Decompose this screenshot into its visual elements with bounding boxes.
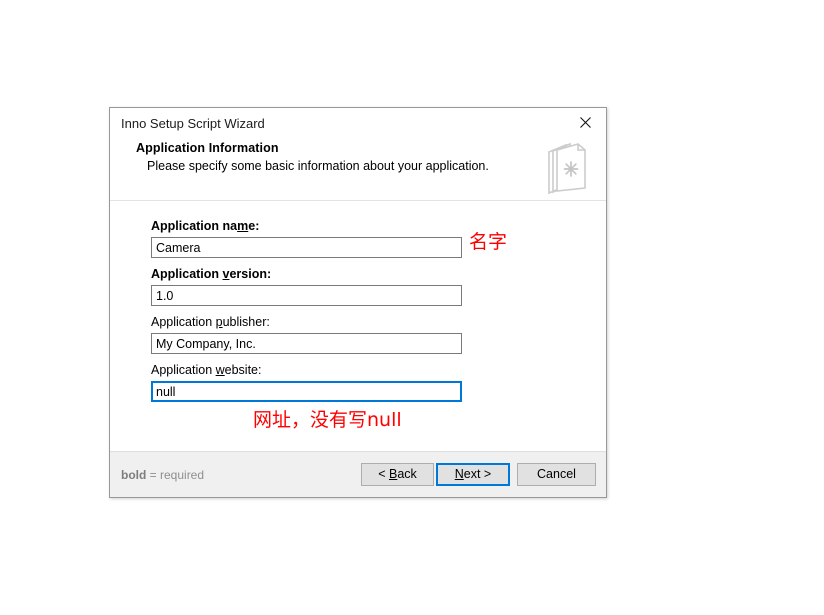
back-button[interactable]: < Back bbox=[361, 463, 434, 486]
field-application-version: Application version: bbox=[151, 267, 462, 306]
dialog-titlebar: Inno Setup Script Wizard bbox=[110, 108, 606, 140]
application-name-input[interactable] bbox=[151, 237, 462, 258]
required-legend: bold = required bbox=[121, 468, 205, 482]
annotation-name-note: 名字 bbox=[469, 231, 508, 253]
label-application-version: Application version: bbox=[151, 267, 272, 281]
application-website-input[interactable] bbox=[151, 381, 462, 402]
wizard-header: Application Information Please specify s… bbox=[110, 140, 606, 200]
book-asterisk-icon bbox=[544, 138, 592, 196]
cancel-button[interactable]: Cancel bbox=[517, 463, 596, 486]
dialog-title: Inno Setup Script Wizard bbox=[121, 116, 265, 131]
annotation-website-note: 网址，没有写null bbox=[253, 409, 402, 431]
field-application-website: Application website: bbox=[151, 363, 462, 402]
label-application-name: Application name: bbox=[151, 219, 260, 233]
page-title: Application Information bbox=[136, 141, 279, 155]
page-subtitle: Please specify some basic information ab… bbox=[147, 159, 489, 173]
close-icon[interactable] bbox=[564, 108, 606, 137]
field-application-name: Application name: bbox=[151, 219, 462, 258]
label-application-website: Application website: bbox=[151, 363, 262, 377]
next-button[interactable]: Next > bbox=[436, 463, 510, 486]
label-application-publisher: Application publisher: bbox=[151, 315, 270, 329]
application-version-input[interactable] bbox=[151, 285, 462, 306]
application-publisher-input[interactable] bbox=[151, 333, 462, 354]
field-application-publisher: Application publisher: bbox=[151, 315, 462, 354]
dialog-footer: bold = required < Back Next > Cancel bbox=[110, 451, 606, 497]
inno-setup-wizard-dialog: Inno Setup Script Wizard Application Inf… bbox=[109, 107, 607, 498]
